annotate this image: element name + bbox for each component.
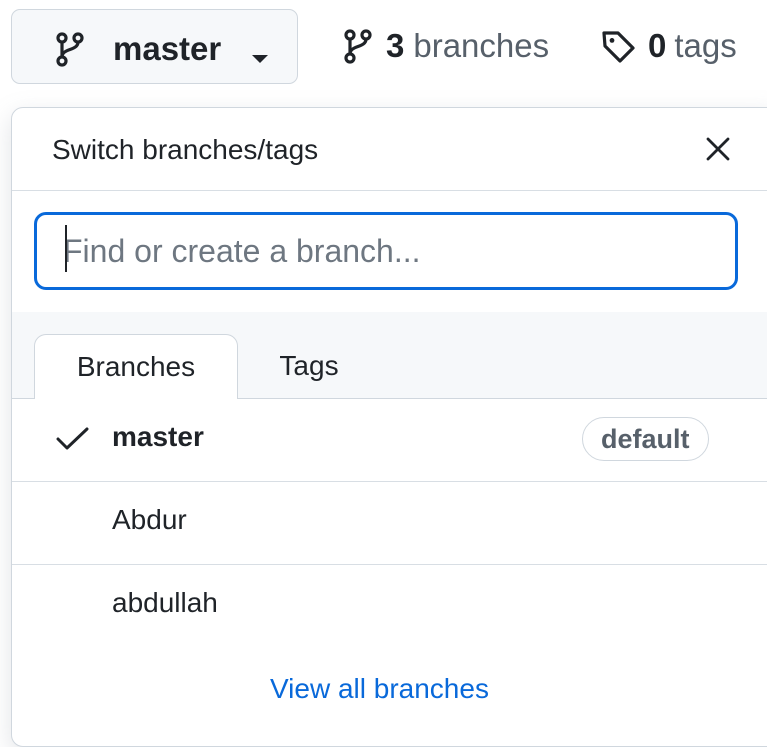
check-icon (56, 426, 90, 452)
branch-item-abdullah[interactable]: abdullah (12, 565, 767, 647)
branch-item-master[interactable]: master default (12, 399, 767, 482)
tab-branches[interactable]: Branches (34, 334, 238, 399)
text-cursor (65, 225, 67, 272)
branches-label: branches (413, 27, 550, 64)
default-badge: default (582, 417, 709, 461)
dropdown-header: Switch branches/tags (12, 108, 767, 191)
tag-icon (600, 28, 636, 64)
branch-name: Abdur (112, 504, 187, 535)
close-icon[interactable] (705, 136, 731, 162)
tags-count-link[interactable]: 0 tags (600, 27, 737, 65)
branches-count-link[interactable]: 3 branches (342, 27, 549, 65)
branch-switch-dropdown: Switch branches/tags Branches Tags maste… (11, 107, 767, 747)
filter-section (12, 190, 767, 313)
current-branch-label: master (113, 30, 222, 67)
view-all-branches-link[interactable]: View all branches (270, 673, 489, 705)
branch-name: abdullah (112, 587, 218, 618)
branches-count: 3 (386, 27, 405, 64)
branch-name: master (112, 421, 204, 452)
branch-filter-input[interactable] (34, 212, 738, 290)
git-branch-icon (54, 31, 86, 67)
branch-select-button[interactable]: master (11, 9, 298, 84)
triangle-down-icon (251, 54, 269, 64)
branch-item-abdur[interactable]: Abdur (12, 482, 767, 565)
dropdown-title: Switch branches/tags (52, 134, 319, 165)
tags-label: tags (674, 27, 737, 64)
ref-tabs: Branches Tags (12, 312, 767, 399)
git-branch-icon (342, 28, 374, 64)
tags-count: 0 (648, 27, 667, 64)
tab-tags[interactable]: Tags (254, 334, 364, 398)
